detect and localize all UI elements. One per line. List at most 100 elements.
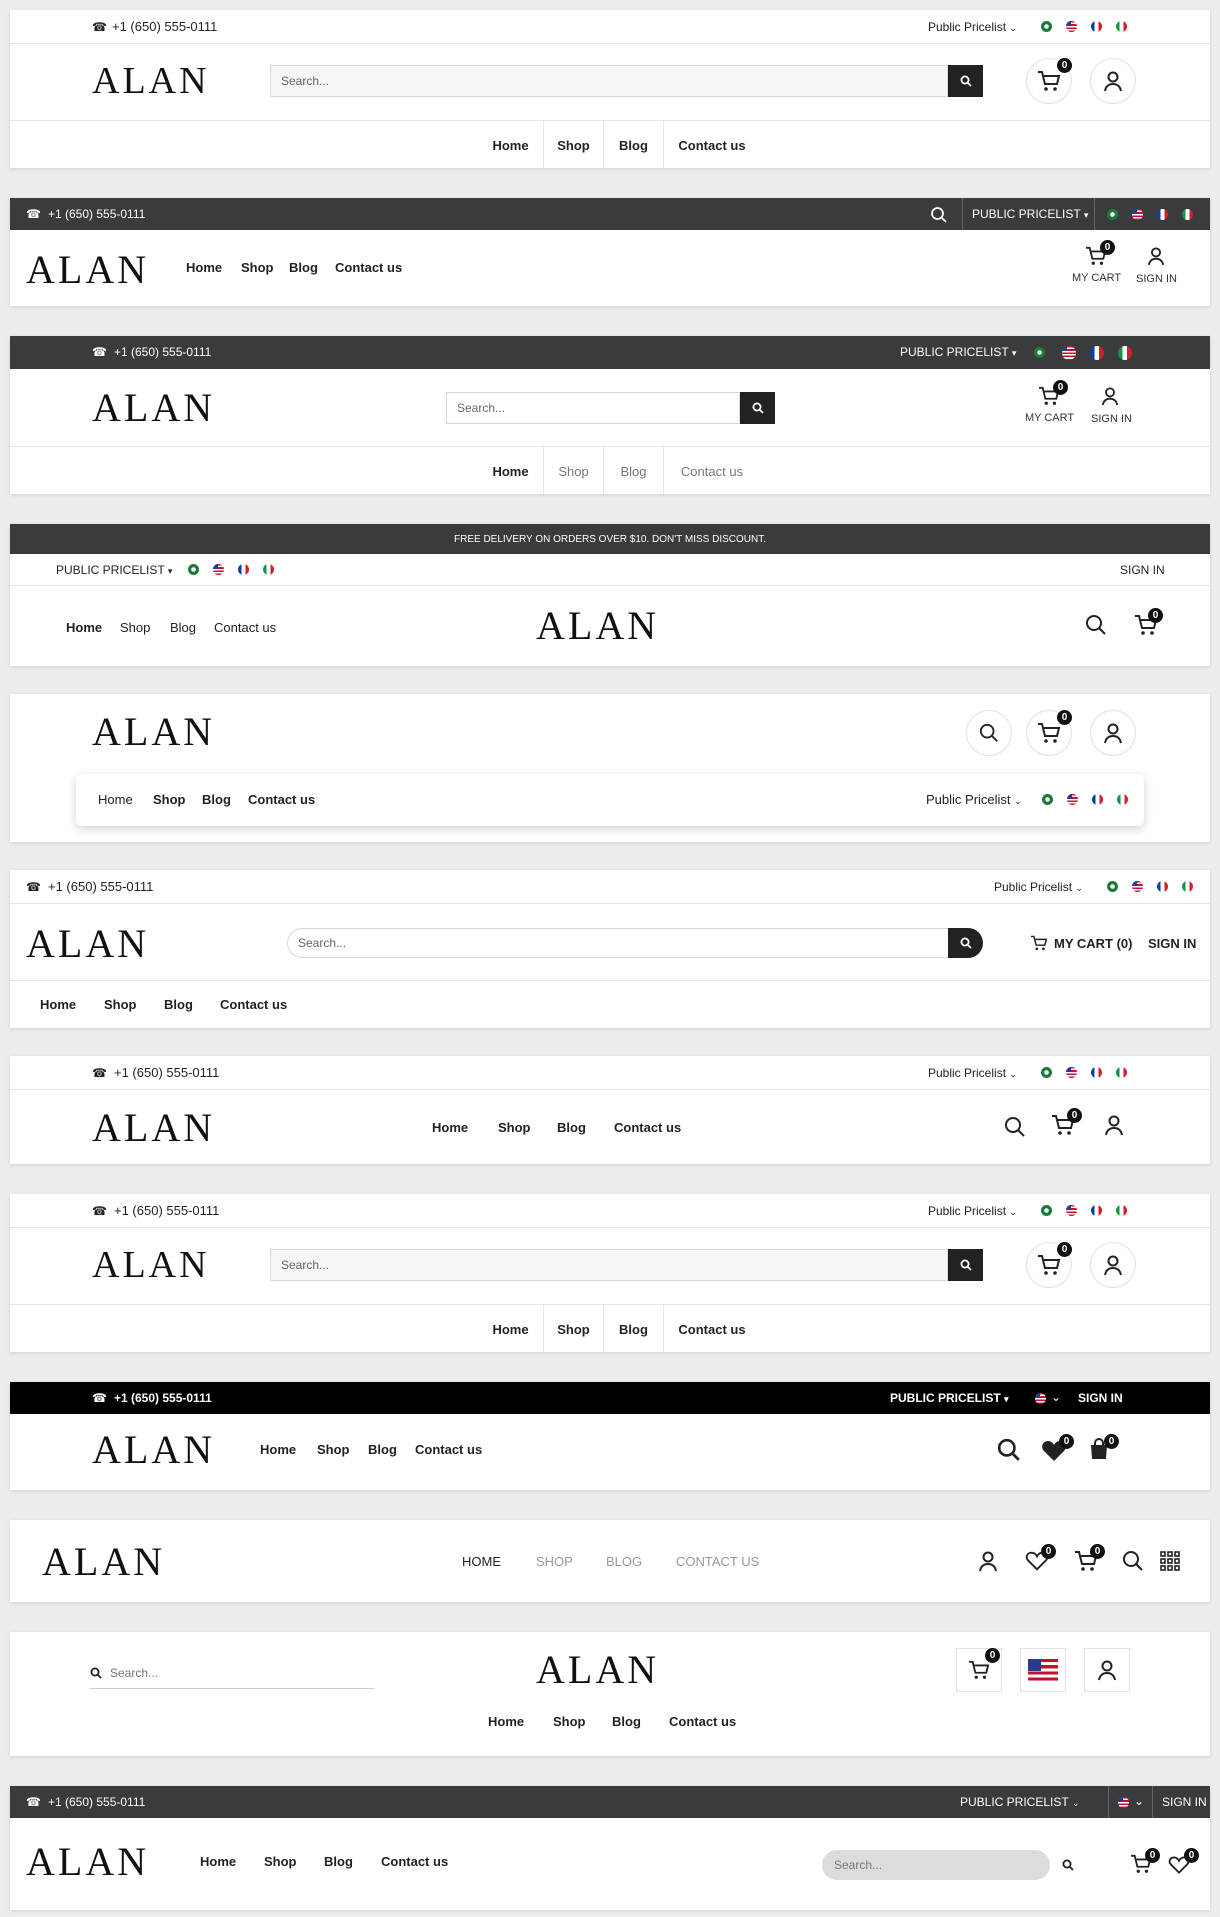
user-icon[interactable]	[978, 1550, 998, 1572]
lang-flag-fr[interactable]	[1157, 881, 1168, 892]
my-cart-label[interactable]: MY CART	[1072, 272, 1121, 284]
lang-flag-fr[interactable]	[238, 564, 249, 575]
nav-shop[interactable]: Shop	[544, 121, 604, 168]
lang-flag-us[interactable]	[1066, 1205, 1077, 1216]
search-icon[interactable]	[1004, 1116, 1026, 1138]
nav-blog[interactable]: Blog	[604, 121, 664, 168]
lang-flag-fr[interactable]	[1090, 346, 1104, 360]
lang-flag-us[interactable]	[1035, 1393, 1046, 1404]
search-icon[interactable]	[1062, 1859, 1074, 1871]
logo[interactable]: ALAN	[92, 1246, 210, 1284]
nav-contact[interactable]: Contact us	[214, 620, 276, 635]
nav-shop[interactable]: Shop	[120, 620, 150, 635]
nav-home[interactable]: Home	[66, 620, 102, 635]
nav-contact[interactable]: Contact us	[664, 121, 760, 168]
search-input[interactable]: Search...	[822, 1850, 1050, 1880]
phone-number[interactable]: +1 (650) 555-0111	[114, 1391, 212, 1405]
nav-home[interactable]: HOME	[462, 1554, 501, 1569]
nav-blog[interactable]: BLOG	[606, 1554, 642, 1569]
pricelist-dropdown[interactable]: Public Pricelist ⌄	[928, 1066, 1017, 1080]
logo[interactable]: ALAN	[92, 712, 215, 752]
search-input[interactable]: Search...	[110, 1666, 158, 1680]
lang-flag-us[interactable]	[1132, 209, 1143, 220]
nav-contact[interactable]: Contact us	[220, 997, 287, 1012]
nav-contact[interactable]: CONTACT US	[676, 1554, 759, 1569]
phone-number[interactable]: +1 (650) 555-0111	[48, 207, 145, 221]
logo[interactable]: ALAN	[536, 1650, 659, 1690]
lang-flag-ar[interactable]	[188, 564, 199, 575]
nav-shop[interactable]: Shop	[241, 260, 274, 275]
sign-in-label[interactable]: SIGN IN	[1136, 273, 1177, 285]
nav-blog[interactable]: Blog	[289, 260, 318, 275]
phone-number[interactable]: +1 (650) 555-0111	[114, 345, 211, 359]
search-input[interactable]: Search...	[270, 65, 948, 97]
nav-contact[interactable]: Contact us	[664, 447, 760, 494]
my-cart-count[interactable]: MY CART (0)	[1054, 936, 1132, 951]
sign-in-link[interactable]: SIGN IN	[1162, 1795, 1207, 1809]
sign-in-link[interactable]: SIGN IN	[1078, 1391, 1123, 1405]
lang-flag-fr[interactable]	[1157, 209, 1168, 220]
logo[interactable]: ALAN	[42, 1542, 165, 1582]
lang-flag-us[interactable]	[1118, 1797, 1129, 1808]
account-button[interactable]	[1090, 710, 1136, 756]
nav-blog[interactable]: Blog	[604, 447, 664, 494]
pricelist-dropdown[interactable]: PUBLIC PRICELIST ⌄	[960, 1795, 1079, 1809]
lang-flag-us[interactable]	[213, 564, 224, 575]
nav-contact[interactable]: Contact us	[664, 1305, 760, 1352]
account-button[interactable]	[1090, 58, 1136, 104]
user-icon[interactable]	[1101, 386, 1119, 406]
lang-flag-us[interactable]	[1067, 794, 1078, 805]
lang-flag-us[interactable]	[1062, 346, 1076, 360]
nav-home[interactable]: Home	[40, 997, 76, 1012]
nav-contact[interactable]: Contact us	[669, 1714, 736, 1729]
account-button[interactable]	[1084, 1648, 1130, 1692]
account-button[interactable]	[1090, 1242, 1136, 1288]
search-icon[interactable]	[930, 206, 948, 224]
search-input[interactable]: Search...	[446, 392, 740, 424]
pricelist-dropdown[interactable]: PUBLIC PRICELIST ▾	[56, 563, 172, 577]
cart-icon[interactable]	[1030, 935, 1048, 951]
search-icon[interactable]	[1122, 1550, 1144, 1572]
lang-dropdown-caret[interactable]: ⌄	[1051, 1390, 1061, 1404]
nav-contact[interactable]: Contact us	[335, 260, 402, 275]
search-input[interactable]: Search...	[270, 1249, 948, 1281]
search-icon[interactable]	[997, 1438, 1021, 1462]
pricelist-dropdown[interactable]: Public Pricelist ⌄	[928, 1204, 1017, 1218]
nav-home[interactable]: Home	[488, 1714, 524, 1729]
nav-shop[interactable]: Shop	[544, 447, 604, 494]
nav-blog[interactable]: Blog	[324, 1854, 353, 1869]
nav-home[interactable]: Home	[200, 1854, 236, 1869]
logo[interactable]: ALAN	[26, 1842, 149, 1882]
search-input[interactable]: Search...	[287, 928, 949, 958]
nav-blog[interactable]: Blog	[170, 620, 196, 635]
logo[interactable]: ALAN	[92, 388, 215, 428]
lang-flag-ar[interactable]	[1041, 21, 1052, 32]
nav-shop[interactable]: Shop	[553, 1714, 586, 1729]
nav-blog[interactable]: Blog	[612, 1714, 641, 1729]
lang-flag-fr[interactable]	[1091, 1205, 1102, 1216]
grid-menu-icon[interactable]	[1160, 1551, 1180, 1571]
lang-flag-it[interactable]	[1118, 346, 1132, 360]
search-button[interactable]	[948, 65, 983, 97]
search-button[interactable]	[740, 392, 775, 424]
logo[interactable]: ALAN	[92, 1108, 215, 1148]
nav-blog[interactable]: Blog	[202, 792, 231, 807]
logo[interactable]: ALAN	[92, 62, 210, 100]
lang-flag-us[interactable]	[1066, 1067, 1077, 1078]
pricelist-dropdown[interactable]: PUBLIC PRICELIST ▾	[890, 1391, 1009, 1405]
pricelist-dropdown[interactable]: Public Pricelist ⌄	[928, 20, 1017, 34]
nav-blog[interactable]: Blog	[557, 1120, 586, 1135]
my-cart-label[interactable]: MY CART	[1025, 412, 1074, 424]
lang-flag-ar[interactable]	[1107, 209, 1118, 220]
sign-in-label[interactable]: SIGN IN	[1091, 413, 1132, 425]
pricelist-dropdown[interactable]: PUBLIC PRICELIST ▾	[972, 207, 1088, 221]
nav-contact[interactable]: Contact us	[415, 1442, 482, 1457]
phone-number[interactable]: +1 (650) 555-0111	[114, 1065, 219, 1080]
nav-home[interactable]: Home	[186, 260, 222, 275]
lang-flag-us[interactable]	[1132, 881, 1143, 892]
nav-shop[interactable]: Shop	[264, 1854, 297, 1869]
phone-number[interactable]: +1 (650) 555-0111	[112, 19, 217, 34]
phone-number[interactable]: +1 (650) 555-0111	[114, 1203, 219, 1218]
lang-flag-it[interactable]	[1182, 209, 1193, 220]
search-button[interactable]	[966, 710, 1012, 756]
